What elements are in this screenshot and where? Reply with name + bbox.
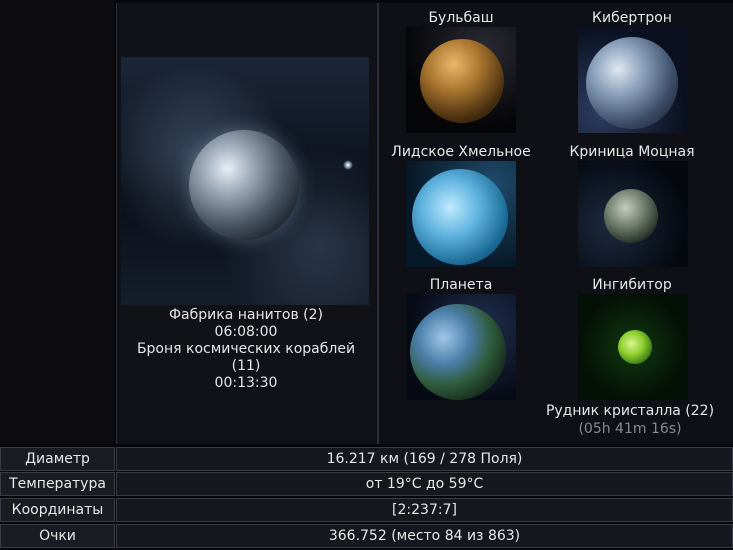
planet-thumb-bulbash[interactable]	[406, 27, 516, 133]
build-item-1-time: 06:08:00	[214, 324, 278, 340]
planet-ingibitor-build-name: Рудник кристалла (22)	[545, 403, 715, 419]
build-item-2-name: Броня космических кораблей	[136, 341, 356, 357]
build-item-2-time: 00:13:30	[214, 375, 278, 391]
left-spacer	[0, 0, 114, 444]
info-row-temperature: Температура от 19°C до 59°C	[0, 472, 733, 496]
info-row-points: Очки 366.752 (место 84 из 863)	[0, 524, 733, 548]
temperature-value: от 19°C до 59°C	[116, 472, 733, 496]
planet-lidskoe-icon	[412, 169, 508, 265]
diameter-label: Диаметр	[0, 447, 115, 471]
build-item-2-level: (11)	[231, 358, 261, 374]
points-label: Очки	[0, 524, 115, 548]
planet-sphere-icon	[189, 130, 299, 240]
planet-krinitsa-icon	[604, 189, 658, 243]
build-item-1-name: Фабрика нанитов (2)	[169, 307, 323, 323]
planet-ingibitor-icon	[618, 330, 652, 364]
coordinates-label: Координаты	[0, 498, 115, 522]
points-value: 366.752 (место 84 из 863)	[116, 524, 733, 548]
planet-name-planeta[interactable]: Планета	[376, 277, 546, 293]
planet-thumb-kibertron[interactable]	[578, 27, 688, 133]
planet-kibertron-icon	[586, 37, 678, 129]
planet-name-kibertron[interactable]: Кибертрон	[547, 10, 717, 26]
current-planet-image[interactable]	[121, 57, 369, 305]
planet-thumb-krinitsa[interactable]	[578, 161, 688, 267]
planet-name-ingibitor[interactable]: Ингибитор	[547, 277, 717, 293]
planet-planeta-icon	[410, 304, 506, 400]
overview-frame: Фабрика нанитов (2) 06:08:00 Броня косми…	[0, 0, 733, 550]
planet-thumb-ingibitor[interactable]	[578, 294, 688, 400]
planet-thumb-planeta[interactable]	[406, 294, 516, 400]
planet-name-lidskoe[interactable]: Лидское Хмельное	[376, 144, 546, 160]
temperature-label: Температура	[0, 472, 115, 496]
diameter-value: 16.217 км (169 / 278 Поля)	[116, 447, 733, 471]
info-row-diameter: Диаметр 16.217 км (169 / 278 Поля)	[0, 447, 733, 471]
planet-bulbash-icon	[420, 39, 504, 123]
planet-name-bulbash[interactable]: Бульбаш	[376, 10, 546, 26]
star-icon	[343, 160, 353, 170]
planet-thumb-lidskoe[interactable]	[406, 161, 516, 267]
planet-name-krinitsa[interactable]: Криница Моцная	[547, 144, 717, 160]
planet-ingibitor-build-time: (05h 41m 16s)	[578, 421, 682, 437]
coordinates-value[interactable]: [2:237:7]	[116, 498, 733, 522]
info-row-coordinates: Координаты [2:237:7]	[0, 498, 733, 522]
